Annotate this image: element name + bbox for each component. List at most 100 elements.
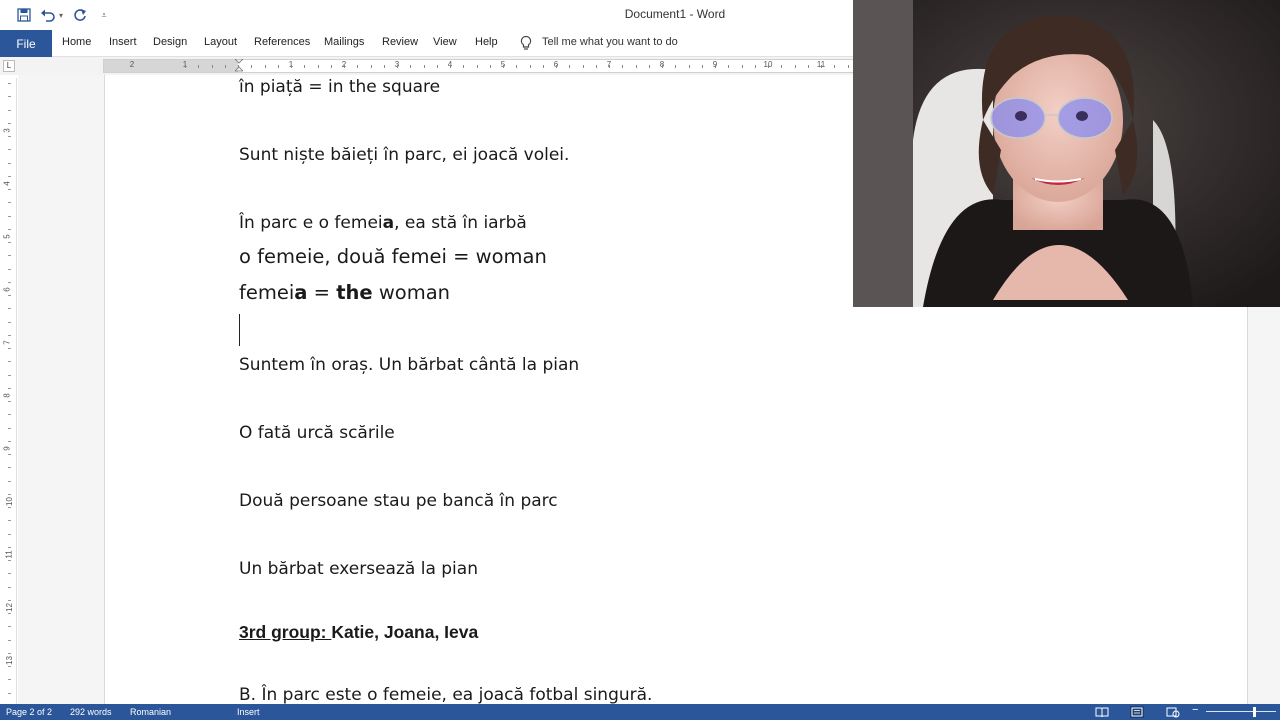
ruler-tick [185,65,186,68]
word-count[interactable]: 292 words [70,707,112,717]
tab-references[interactable]: References [254,36,310,48]
ruler-tick [8,599,11,601]
ruler-tick [8,348,11,349]
text-line[interactable]: O fată urcă scările [239,423,395,443]
ruler-tick [529,65,531,68]
ruler-tick [8,626,11,628]
ruler-tick [8,480,11,482]
ruler-tick [556,65,557,68]
text-line[interactable]: Un bărbat exersează la pian [239,559,478,579]
ruler-tick [8,162,11,164]
tab-design[interactable]: Design [153,36,187,48]
language-indicator[interactable]: Romanian [130,707,171,717]
save-icon[interactable] [14,5,34,25]
tab-insert[interactable]: Insert [109,36,137,48]
tab-file[interactable]: File [0,30,52,57]
print-layout-icon[interactable] [1130,706,1144,718]
ruler-tick [423,65,425,68]
ruler-tick [8,268,11,270]
text-line[interactable]: Două persoane stau pe bancă în parc [239,491,558,511]
ruler-tick [794,65,796,68]
text-line[interactable]: în piață = in the square [239,77,440,97]
ruler-number: 10 [4,497,14,506]
page-count[interactable]: Page 2 of 2 [6,707,52,717]
word-window: ▾ ⩡ Document1 - Word File Home Insert De… [0,0,1280,720]
tab-review[interactable]: Review [382,36,418,48]
ruler-number: 4 [2,181,12,186]
ruler-number: 5 [2,234,12,239]
ruler-tick [542,65,544,68]
zoom-out-icon[interactable]: − [1192,704,1198,716]
ruler-tick [198,65,200,68]
ruler-tick [357,65,359,68]
read-mode-icon[interactable] [1095,706,1109,718]
ruler-tick [8,334,11,336]
ruler-tick [8,83,11,84]
ruler-tick [635,65,637,68]
ruler-tick [8,639,11,641]
ruler-tick [807,65,809,68]
ruler-tick [8,586,11,588]
ruler-number: 6 [2,287,12,292]
ruler-tick [370,65,372,68]
tell-me-search[interactable]: Tell me what you want to do [542,36,678,48]
ruler-tick [304,65,306,68]
window-title: Document1 - Word [624,7,726,21]
ruler-tick [688,65,690,68]
redo-icon[interactable] [70,5,90,25]
ruler-tick [768,65,769,68]
ruler-number: 13 [4,656,14,665]
tab-mailings[interactable]: Mailings [324,36,364,48]
ruler-tick [8,281,11,283]
ruler-tick [238,65,239,68]
ruler-tick [8,414,11,416]
horizontal-ruler[interactable]: 2 1 1 2 3 4 5 6 7 8 9 10 11 [103,59,863,73]
ruler-tick [264,65,266,68]
ruler-tick [8,136,11,137]
ruler-tick [330,65,332,68]
tab-help[interactable]: Help [475,36,498,48]
ruler-tick [741,65,743,68]
status-bar: Page 2 of 2 292 words Romanian Insert − [0,704,1280,720]
undo-icon[interactable] [38,5,58,25]
indent-marker-icon[interactable] [235,59,243,73]
text-run-bold: a [294,281,308,304]
ruler-tick [397,65,398,68]
ruler-tick [8,613,11,614]
ruler-tick [8,533,11,535]
ruler-tick [609,65,610,68]
tab-layout[interactable]: Layout [204,36,237,48]
ruler-number: 3 [2,128,12,133]
text-line-heading[interactable]: 3rd group: Katie, Joana, Ieva [239,622,478,643]
tab-home[interactable]: Home [62,36,91,48]
text-line[interactable]: o femeie, două femei = woman [239,245,547,268]
ruler-tick [8,573,11,575]
ruler-tick [8,255,11,257]
zoom-slider[interactable] [1206,711,1276,712]
tab-view[interactable]: View [433,36,457,48]
lightbulb-icon[interactable] [519,35,533,51]
ruler-tick [8,387,11,389]
insert-mode[interactable]: Insert [237,707,260,717]
text-line[interactable]: Sunt niște băieți în parc, ei joacă vole… [239,145,569,165]
ruler-tick [383,65,385,68]
ruler-tick [8,215,11,217]
tab-stop-selector[interactable]: L [3,60,15,72]
ruler-tick [8,122,11,124]
vertical-ruler[interactable]: 3 4 5 6 7 8 9 10 11 12 13 [3,78,17,704]
ruler-tick [8,308,11,310]
web-layout-icon[interactable] [1166,706,1180,718]
text-line[interactable]: femeia = the woman [239,281,450,304]
text-line[interactable]: În parc e o femeia, ea stă în iarbă [239,213,527,233]
text-line[interactable]: B. În parc este o femeie, ea joacă fotba… [239,685,652,705]
ruler-tick [8,321,11,323]
customize-icon[interactable]: ⩡ [96,5,112,25]
ruler-tick [8,149,11,151]
text-line[interactable]: Suntem în oraș. Un bărbat cântă la pian [239,355,579,375]
zoom-slider-thumb[interactable] [1253,707,1256,717]
ruler-tick [503,65,504,68]
ruler-tick [463,65,465,68]
undo-dropdown-icon[interactable]: ▾ [56,5,66,25]
ruler-number: 2 [129,60,135,69]
text-run-bold: a [382,213,395,233]
